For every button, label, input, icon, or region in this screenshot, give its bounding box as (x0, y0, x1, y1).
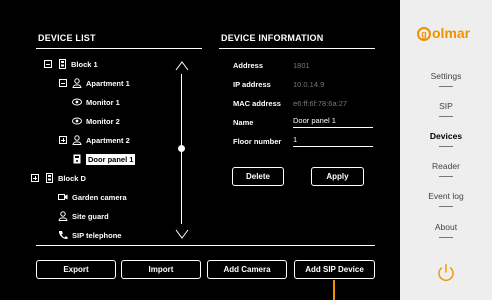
focus-indicator (333, 280, 335, 300)
scroll-up-icon[interactable] (175, 61, 189, 71)
mac-address-value: e6:ff:6f:78:6a:27 (293, 99, 348, 108)
expand-icon[interactable] (59, 136, 67, 144)
tree-item-apartment-1[interactable]: Apartment 1 (59, 76, 130, 90)
golmar-logo: g olmar (417, 25, 471, 42)
address-label: Address (233, 61, 264, 70)
tree-item-label: Door panel 1 (86, 153, 136, 165)
sidebar (400, 0, 492, 300)
person-icon (72, 135, 82, 145)
sidebar-item-sip[interactable]: SIP (400, 101, 492, 111)
tree-item-label: Monitor 1 (86, 97, 120, 107)
tree-item-label: Block 1 (71, 59, 98, 69)
sidebar-divider (439, 237, 453, 238)
floor-number-field[interactable]: 1 (293, 135, 373, 147)
address-value: 1801 (293, 61, 310, 70)
collapse-icon[interactable] (59, 79, 67, 87)
sidebar-divider (439, 176, 453, 177)
add-camera-button[interactable]: Add Camera (207, 260, 287, 279)
sidebar-item-settings[interactable]: Settings (400, 71, 492, 81)
export-button[interactable]: Export (36, 260, 116, 279)
tree-item-block-1[interactable]: Block 1 (44, 57, 98, 71)
tree-item-site-guard[interactable]: Site guard (58, 209, 109, 223)
tree-item-label: Block D (58, 173, 86, 183)
ip-address-label: IP address (233, 80, 271, 89)
tree-item-label: Garden camera (72, 192, 127, 202)
eye-icon (72, 116, 82, 126)
tree-item-garden-camera[interactable]: Garden camera (58, 190, 127, 204)
tree-item-label: SIP telephone (72, 230, 122, 240)
mac-address-label: MAC address (233, 99, 281, 108)
power-icon[interactable] (435, 262, 457, 284)
add-sip-device-button[interactable]: Add SIP Device (294, 260, 375, 279)
logo-g-icon: g (417, 27, 431, 42)
door-panel-icon (72, 154, 82, 164)
device-info-divider (219, 48, 375, 49)
actions-divider (36, 245, 375, 246)
logo-text: olmar (432, 25, 471, 41)
sidebar-item-reader[interactable]: Reader (400, 161, 492, 171)
tree-item-monitor-2[interactable]: Monitor 2 (72, 114, 120, 128)
sidebar-divider (439, 146, 453, 147)
delete-button[interactable]: Delete (232, 167, 284, 186)
phone-icon (58, 230, 68, 240)
tree-item-label: Monitor 2 (86, 116, 120, 126)
ip-address-value: 10.0.14.9 (293, 80, 325, 89)
eye-icon (72, 97, 82, 107)
scrollbar-thumb[interactable] (178, 145, 185, 152)
tree-item-sip-telephone[interactable]: SIP telephone (58, 228, 121, 242)
building-icon (44, 173, 54, 183)
camera-icon (58, 192, 68, 202)
tree-item-door-panel-1[interactable]: Door panel 1 (72, 152, 136, 166)
sidebar-divider (439, 116, 453, 117)
tree-item-label: Site guard (72, 211, 109, 221)
main-panel: DEVICE LIST Block 1 Apartment 1 Monitor … (0, 0, 400, 300)
tree-item-block-d[interactable]: Block D (31, 171, 86, 185)
tree-item-label: Apartment 1 (86, 78, 130, 88)
tree-item-apartment-2[interactable]: Apartment 2 (59, 133, 130, 147)
device-list-title: DEVICE LIST (38, 33, 96, 43)
apply-button[interactable]: Apply (311, 167, 364, 186)
scroll-down-icon[interactable] (175, 229, 189, 239)
person-icon (58, 211, 68, 221)
name-label: Name (233, 118, 254, 127)
import-button[interactable]: Import (121, 260, 201, 279)
person-icon (72, 78, 82, 88)
floor-number-label: Floor number (233, 137, 282, 146)
tree-item-label: Apartment 2 (86, 135, 130, 145)
tree-item-monitor-1[interactable]: Monitor 1 (72, 95, 120, 109)
building-icon (57, 59, 67, 69)
sidebar-item-devices[interactable]: Devices (400, 131, 492, 141)
sidebar-divider (439, 206, 453, 207)
collapse-icon[interactable] (44, 60, 52, 68)
expand-icon[interactable] (31, 174, 39, 182)
name-field[interactable]: Door panel 1 (293, 116, 373, 128)
sidebar-item-about[interactable]: About (400, 222, 492, 232)
sidebar-item-event-log[interactable]: Event log (400, 191, 492, 201)
device-info-title: DEVICE INFORMATION (221, 33, 324, 43)
sidebar-divider (439, 86, 453, 87)
device-list-divider (36, 48, 202, 49)
